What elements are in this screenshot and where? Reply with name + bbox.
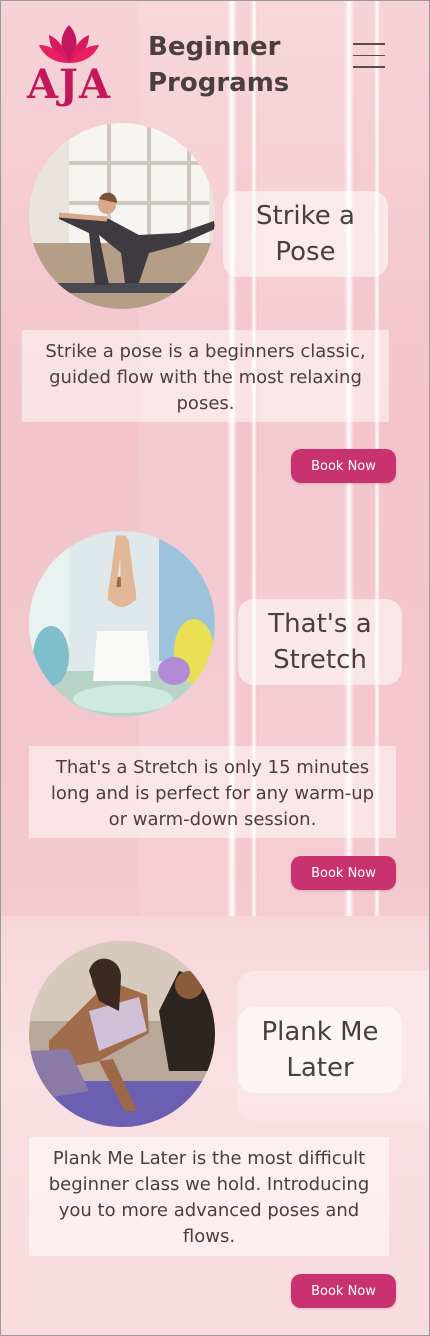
hamburger-menu-icon bbox=[353, 66, 385, 68]
program-photo-thats-a-stretch bbox=[29, 531, 215, 717]
page-title-line: Beginner bbox=[148, 32, 281, 62]
logo-text: AJA bbox=[27, 61, 111, 108]
hamburger-menu-icon bbox=[353, 43, 385, 45]
program-photo-strike-a-pose bbox=[29, 123, 215, 309]
book-now-button[interactable]: Book Now bbox=[291, 1274, 396, 1308]
book-now-button[interactable]: Book Now bbox=[291, 449, 396, 483]
program-photo-plank-me-later bbox=[29, 941, 215, 1127]
hamburger-menu-button[interactable] bbox=[353, 43, 387, 73]
program-description: That's a Stretch is only 15 minutes long… bbox=[29, 746, 396, 838]
page: AJA Beginner Programs Strike a Pose Stri… bbox=[0, 0, 430, 1336]
program-description: Strike a pose is a beginners classic, gu… bbox=[22, 330, 389, 422]
hamburger-menu-icon bbox=[353, 54, 385, 56]
program-title: Strike a Pose bbox=[223, 191, 388, 277]
brand-logo[interactable]: AJA bbox=[19, 19, 119, 107]
page-title-line: Programs bbox=[148, 68, 290, 98]
book-now-button[interactable]: Book Now bbox=[291, 856, 396, 890]
program-title: That's a Stretch bbox=[238, 599, 402, 685]
page-title: Beginner Programs bbox=[148, 29, 348, 101]
program-description: Plank Me Later is the most difficult beg… bbox=[29, 1137, 389, 1256]
program-title: Plank Me Later bbox=[238, 1007, 402, 1093]
